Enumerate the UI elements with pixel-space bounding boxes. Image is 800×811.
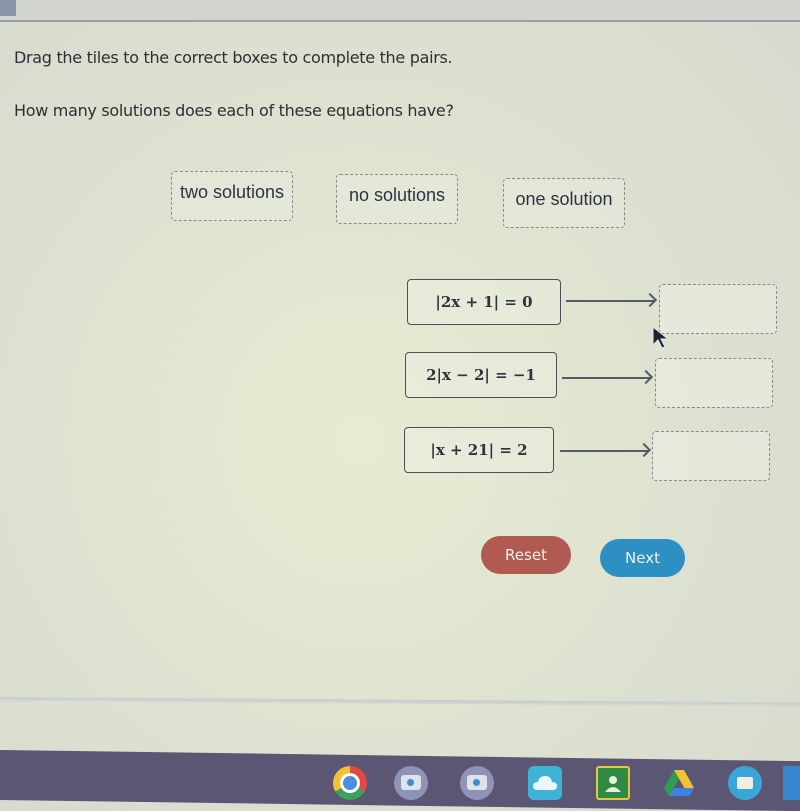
cloud-icon[interactable] xyxy=(528,766,562,800)
camera-body xyxy=(467,775,487,790)
drop-target-box[interactable] xyxy=(655,358,773,408)
chrome-icon[interactable] xyxy=(333,766,367,800)
equation-box: 2|x − 2| = −1 xyxy=(405,352,557,398)
question-text: How many solutions does each of these eq… xyxy=(14,101,454,120)
top-bar xyxy=(0,0,800,22)
cloud-glyph xyxy=(533,776,557,790)
camera-icon[interactable] xyxy=(460,766,494,800)
tile-two-solutions[interactable]: two solutions xyxy=(171,171,293,221)
mouse-pointer-icon xyxy=(652,325,670,349)
arrow-right-icon xyxy=(560,450,648,452)
meet-icon[interactable] xyxy=(728,766,762,800)
extra-app-icon[interactable] xyxy=(783,766,800,800)
reset-button[interactable]: Reset xyxy=(481,536,571,574)
tile-no-solutions[interactable]: no solutions xyxy=(336,174,458,224)
arrow-right-icon xyxy=(566,300,654,302)
classroom-glyph xyxy=(605,776,621,792)
google-classroom-icon[interactable] xyxy=(596,766,630,800)
camera-body xyxy=(401,775,421,790)
camera-icon[interactable] xyxy=(394,766,428,800)
next-button[interactable]: Next xyxy=(600,539,685,577)
drop-target-box[interactable] xyxy=(659,284,777,334)
tile-one-solution[interactable]: one solution xyxy=(503,178,625,228)
arrow-right-icon xyxy=(562,377,650,379)
google-drive-icon[interactable] xyxy=(662,766,696,800)
divider xyxy=(0,697,800,707)
equation-box: |x + 21| = 2 xyxy=(404,427,554,473)
instruction-text: Drag the tiles to the correct boxes to c… xyxy=(14,48,453,67)
drive-glyph xyxy=(664,770,694,796)
window-corner xyxy=(0,0,16,16)
drop-target-box[interactable] xyxy=(652,431,770,481)
equation-box: |2x + 1| = 0 xyxy=(407,279,561,325)
